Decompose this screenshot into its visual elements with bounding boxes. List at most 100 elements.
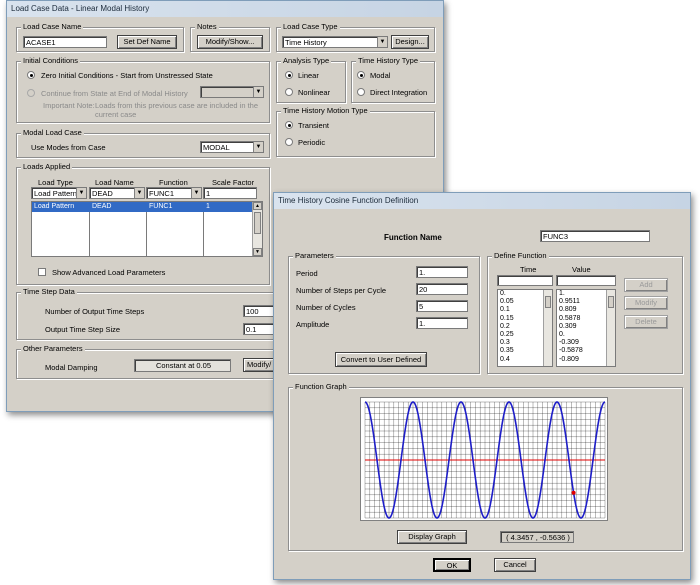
loads-applied-label: Loads Applied <box>21 162 73 171</box>
steps-per-cycle-label: Number of Steps per Cycle <box>296 286 387 295</box>
chevron-down-icon[interactable]: ▼ <box>191 188 201 198</box>
show-advanced-label: Show Advanced Load Parameters <box>52 268 166 277</box>
load-case-name-input[interactable]: ACASE1 <box>23 36 107 48</box>
convert-to-user-defined-button[interactable]: Convert to User Defined <box>335 352 427 367</box>
edit-load-name-value: DEAD <box>92 189 113 198</box>
row-load-type: Load Pattern <box>34 203 75 210</box>
periodic-label: Periodic <box>298 138 326 147</box>
time-step-data-label: Time Step Data <box>21 287 77 296</box>
function-definition-window: Time History Cosine Function Definition … <box>273 192 691 580</box>
value-entry-input[interactable] <box>556 275 616 286</box>
edit-function-select[interactable]: FUNC1 ▼ <box>146 187 202 199</box>
header-load-name: Load Name <box>95 178 134 187</box>
direct-integration-radio[interactable] <box>357 88 365 96</box>
modal-damping-label: Modal Damping <box>45 363 98 372</box>
modal-load-case-label: Modal Load Case <box>21 128 84 137</box>
notes-label: Notes <box>195 22 219 31</box>
time-list-scrollbar[interactable] <box>543 290 552 366</box>
modify-button[interactable]: Modify <box>624 296 668 310</box>
direct-integration-label: Direct Integration <box>370 88 428 97</box>
cursor-coordinate-readout: ( 4.3457 , -0.5636 ) <box>500 531 574 543</box>
function-graph-chart[interactable] <box>360 397 608 521</box>
load-case-window-title: Load Case Data - Linear Modal History <box>7 1 443 17</box>
modal-case-select[interactable]: MODAL ▼ <box>200 141 264 153</box>
period-input[interactable]: 1. <box>416 266 468 278</box>
number-of-cycles-input[interactable]: 5 <box>416 300 468 312</box>
linear-label: Linear <box>298 71 319 80</box>
ok-button[interactable]: OK <box>433 558 471 572</box>
scroll-thumb[interactable] <box>545 296 551 308</box>
row-load-name: DEAD <box>92 203 112 210</box>
edit-scale-factor-input[interactable]: 1 <box>203 187 257 199</box>
loads-scrollbar[interactable]: ▲ ▼ <box>252 202 262 256</box>
time-column-header: Time <box>520 265 537 274</box>
time-listbox[interactable]: 0. 0.05 0.1 0.15 0.2 0.25 0.3 0.35 0.4 <box>497 289 553 367</box>
edit-load-type-value: Load Pattern <box>34 189 77 198</box>
chevron-down-icon[interactable]: ▼ <box>253 87 263 97</box>
scroll-up-arrow-icon[interactable]: ▲ <box>253 202 262 210</box>
cancel-button[interactable]: Cancel <box>494 558 536 572</box>
motion-type-group: Time History Motion Type <box>276 106 435 157</box>
value-list-scrollbar[interactable] <box>606 290 615 366</box>
motion-type-label: Time History Motion Type <box>281 106 370 115</box>
continue-from-state-label: Continue from State at End of Modal Hist… <box>41 89 188 98</box>
edit-load-type-select[interactable]: Load Pattern ▼ <box>31 187 87 199</box>
chevron-down-icon[interactable]: ▼ <box>76 188 86 198</box>
amplitude-label: Amplitude <box>296 320 330 329</box>
scroll-thumb[interactable] <box>254 212 261 234</box>
important-note-line2: current case <box>95 110 137 119</box>
value-listbox[interactable]: 1. 0.9511 0.809 0.5878 0.309 0. -0.309 -… <box>556 289 616 367</box>
linear-radio[interactable] <box>285 71 293 79</box>
nonlinear-radio[interactable] <box>285 88 293 96</box>
row-scale-factor: 1 <box>206 203 210 210</box>
value-column-header: Value <box>572 265 591 274</box>
continue-case-select[interactable]: ▼ <box>200 86 264 98</box>
define-function-label: Define Function <box>492 251 549 260</box>
continue-from-state-radio[interactable] <box>27 89 35 97</box>
modify-show-notes-button[interactable]: Modify/Show... <box>197 35 263 49</box>
add-button[interactable]: Add <box>624 278 668 292</box>
modal-label: Modal <box>370 71 391 80</box>
important-note-label: Important Note: <box>43 101 95 110</box>
time-history-type-label: Time History Type <box>356 56 421 65</box>
chevron-down-icon[interactable]: ▼ <box>253 142 263 152</box>
function-name-label: Function Name <box>384 233 442 242</box>
important-note-line1: Loads from this previous case are includ… <box>95 101 259 110</box>
transient-radio[interactable] <box>285 121 293 129</box>
loads-row-selected[interactable]: Load Pattern DEAD FUNC1 1 <box>32 202 252 212</box>
modal-case-value: MODAL <box>203 143 230 152</box>
graph-cursor-marker <box>571 490 576 495</box>
output-step-size-label: Output Time Step Size <box>45 325 121 334</box>
scroll-thumb[interactable] <box>608 296 614 308</box>
steps-per-cycle-input[interactable]: 20 <box>416 283 468 295</box>
edit-load-name-select[interactable]: DEAD ▼ <box>89 187 145 199</box>
header-load-type: Load Type <box>38 178 73 187</box>
display-graph-button[interactable]: Display Graph <box>397 530 467 544</box>
edit-function-value: FUNC1 <box>149 189 175 198</box>
design-button[interactable]: Design... <box>391 35 429 49</box>
amplitude-input[interactable]: 1. <box>416 317 468 329</box>
transient-label: Transient <box>298 121 329 130</box>
modal-radio[interactable] <box>357 71 365 79</box>
zero-initial-conditions-radio[interactable] <box>27 71 35 79</box>
chevron-down-icon[interactable]: ▼ <box>377 37 387 47</box>
analysis-type-label: Analysis Type <box>281 56 332 65</box>
loads-list[interactable]: Load Pattern DEAD FUNC1 1 ▲ ▼ <box>31 201 263 257</box>
load-case-type-value: Time History <box>285 38 327 47</box>
modal-damping-value: Constant at 0.05 <box>134 359 231 372</box>
load-case-type-select[interactable]: Time History ▼ <box>282 36 388 48</box>
show-advanced-checkbox[interactable] <box>38 268 46 276</box>
periodic-radio[interactable] <box>285 138 293 146</box>
header-function: Function <box>159 178 188 187</box>
set-def-name-button[interactable]: Set Def Name <box>117 35 177 49</box>
time-entry-input[interactable] <box>497 275 553 286</box>
chevron-down-icon[interactable]: ▼ <box>134 188 144 198</box>
delete-button[interactable]: Delete <box>624 315 668 329</box>
function-name-input[interactable]: FUNC3 <box>540 230 650 242</box>
nonlinear-label: Nonlinear <box>298 88 331 97</box>
number-of-cycles-label: Number of Cycles <box>296 303 356 312</box>
header-scale-factor: Scale Factor <box>212 178 255 187</box>
other-parameters-label: Other Parameters <box>21 344 85 353</box>
scroll-down-arrow-icon[interactable]: ▼ <box>253 248 262 256</box>
function-window-title: Time History Cosine Function Definition <box>274 193 690 209</box>
